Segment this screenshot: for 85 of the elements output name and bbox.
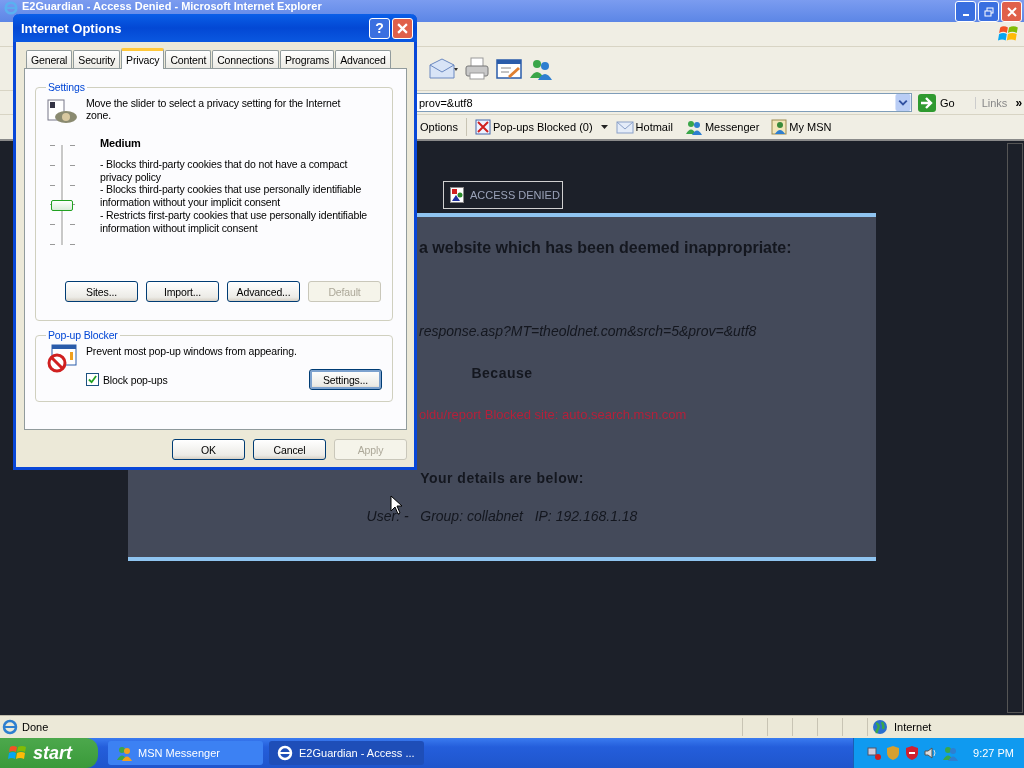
description-text: - Blocks third-party cookies that use personally identifiable information without your implicit consent xyxy=(100,183,363,209)
network-icon[interactable] xyxy=(866,745,883,761)
address-field[interactable]: prov=&utf8 xyxy=(416,93,912,112)
tick-mark xyxy=(70,145,75,146)
dialog-button[interactable]: Advanced... xyxy=(227,281,300,302)
tick-mark xyxy=(50,244,55,245)
check-icon xyxy=(88,375,97,384)
tick-mark xyxy=(50,145,55,146)
minimize-icon xyxy=(962,13,969,16)
restore-icon xyxy=(983,6,994,17)
printer-icon[interactable] xyxy=(464,56,490,81)
dialog-button[interactable]: Import... xyxy=(146,281,219,302)
go-button[interactable]: Go xyxy=(916,93,957,112)
dialog-button[interactable]: Cancel xyxy=(253,439,326,460)
tick-mark xyxy=(70,244,75,245)
status-text: Done xyxy=(22,721,50,733)
restore-button[interactable] xyxy=(978,1,999,22)
tick-mark xyxy=(70,184,75,186)
blocked-url: response.asp?MT=theoldnet.com&srch=5&prov=&utf8 xyxy=(419,323,757,339)
ie-icon xyxy=(4,1,18,15)
tab[interactable]: Connections xyxy=(212,50,279,68)
privacy-level: Medium xyxy=(100,137,142,149)
clock: 9:27 PM xyxy=(973,747,1014,759)
group-title: Settings xyxy=(47,81,86,93)
scrollbar[interactable] xyxy=(1007,143,1023,713)
tick-mark xyxy=(70,224,75,226)
globe-icon xyxy=(872,719,888,735)
because-label: Because xyxy=(471,365,533,381)
help-button[interactable]: ? xyxy=(369,17,390,39)
slider-thumb[interactable] xyxy=(51,200,73,211)
tab[interactable]: Security xyxy=(73,50,121,68)
links-bar-item[interactable]: My MSN xyxy=(765,116,838,138)
heading: a website which has been deemed inappropriate: xyxy=(419,239,792,257)
ie-icon xyxy=(2,719,18,735)
close-button[interactable] xyxy=(1001,1,1022,22)
block-popups-checkbox[interactable]: Block pop-ups xyxy=(86,373,168,386)
details-heading: Your details are below: xyxy=(420,470,584,486)
instruction-text: Move the slider to select a privacy setting for the Internet zone. xyxy=(86,97,342,123)
broken-image-icon xyxy=(450,187,464,203)
envelope-icon[interactable] xyxy=(428,56,458,81)
close-icon xyxy=(397,22,408,34)
dialog-button[interactable]: OK xyxy=(172,439,245,460)
links-bar-item[interactable]: Pop-ups Blocked (0) xyxy=(468,116,599,138)
zone-text: Internet xyxy=(894,721,932,733)
tick-mark xyxy=(70,164,75,166)
tab[interactable]: General xyxy=(26,50,73,68)
links-bar-item[interactable]: Hotmail xyxy=(609,116,679,138)
tick-mark xyxy=(50,184,55,186)
description-text: - Restricts first-party cookies that use personally identifiable information without implicit consent xyxy=(100,208,368,235)
links-bar-item[interactable]: Options xyxy=(414,116,464,138)
links-bar-item[interactable]: Messenger xyxy=(678,116,766,138)
popup-text: Prevent most pop-up windows from appearing. xyxy=(86,345,298,357)
person-icon xyxy=(771,119,788,135)
settings-button[interactable]: Settings... xyxy=(309,369,382,390)
minimize-button[interactable] xyxy=(955,1,976,22)
edit-icon[interactable] xyxy=(496,56,522,81)
ie-icon xyxy=(277,745,293,761)
description-text: - Blocks third-party cookies that do not have a compact privacy policy xyxy=(100,158,349,184)
blocked-window-icon xyxy=(474,119,491,135)
shield-icon[interactable] xyxy=(904,745,921,761)
blocked-window-icon xyxy=(46,343,78,373)
taskbar-button[interactable]: MSN Messenger xyxy=(108,741,263,765)
window-title: E2Guardian - Access Denied - Microsoft Internet Explorer xyxy=(22,0,322,13)
chevron[interactable]: » xyxy=(1015,95,1023,110)
dialog-button[interactable]: Sites... xyxy=(65,281,138,302)
close-button[interactable] xyxy=(392,17,413,39)
people-icon xyxy=(684,119,703,135)
tab[interactable]: Privacy xyxy=(121,48,165,69)
caret-icon[interactable] xyxy=(600,125,608,129)
people-icon xyxy=(116,745,132,761)
tab[interactable]: Programs xyxy=(279,50,335,68)
tab[interactable]: Advanced xyxy=(335,50,391,68)
block-reason: oldu/report Blocked site: auto.search.msn.com xyxy=(419,407,687,422)
envelope-icon xyxy=(615,120,634,134)
user-details: User: - Group: collabnet IP: 192.168.1.18 xyxy=(366,508,638,524)
tab[interactable]: Content xyxy=(165,50,212,68)
dialog-title: Internet Options xyxy=(21,20,122,36)
tick-mark xyxy=(50,164,55,166)
close-icon xyxy=(1006,6,1017,17)
taskbar-button[interactable]: E2Guardian - Access ... xyxy=(269,741,424,765)
dropdown-caret-icon[interactable] xyxy=(895,94,911,111)
tick-mark xyxy=(50,224,55,226)
banner-text: ACCESS DENIED xyxy=(470,189,560,201)
go-arrow-icon xyxy=(918,93,936,112)
group-title: Pop-up Blocker xyxy=(47,329,119,341)
